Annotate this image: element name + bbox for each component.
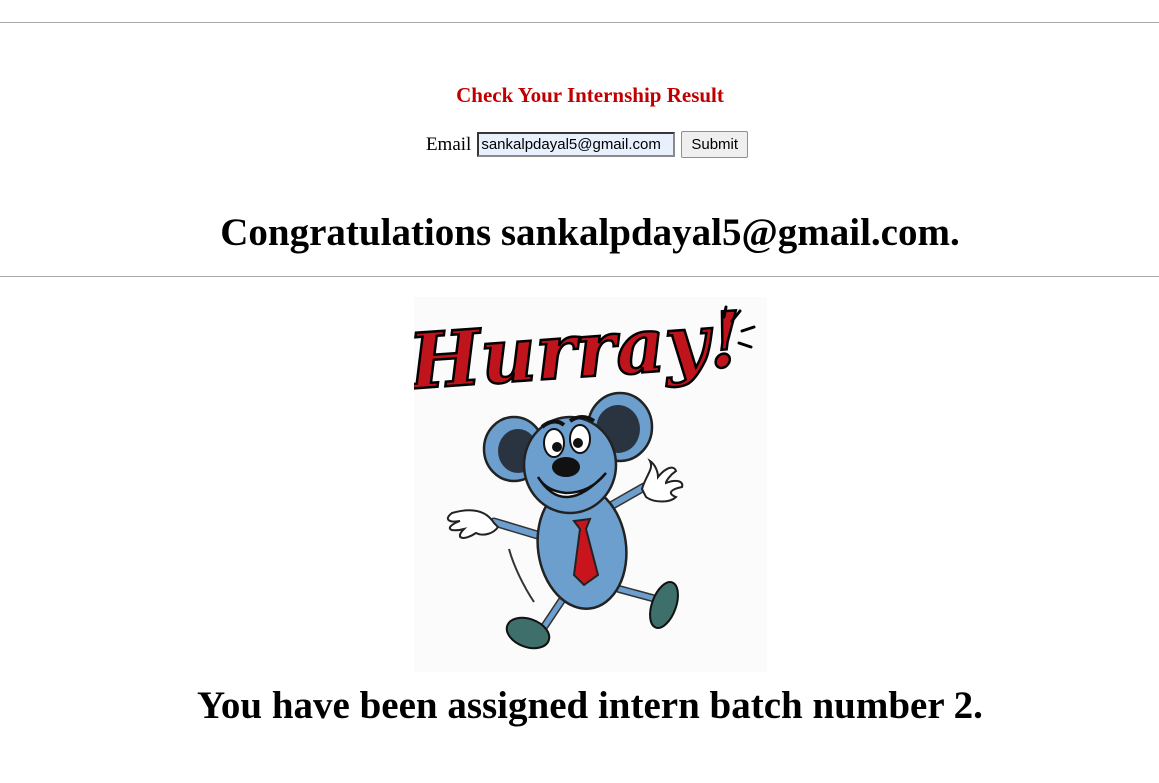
email-field[interactable] <box>477 132 676 157</box>
congratulations-heading: Congratulations sankalpdayal5@gmail.com. <box>220 211 960 254</box>
result-form: Email Submit <box>0 131 1159 158</box>
batch-assignment-heading: You have been assigned intern batch numb… <box>197 684 983 727</box>
result-page: Check Your Internship Result Email Submi… <box>0 0 1159 783</box>
middle-divider <box>0 276 1159 277</box>
cartoon-mouse-icon: Hurray! <box>414 297 756 650</box>
hurray-banner-text: Hurray! <box>414 297 745 407</box>
hurray-mouse-image: Hurray! <box>414 297 767 672</box>
submit-button[interactable]: Submit <box>681 131 749 158</box>
top-divider <box>0 22 1159 23</box>
form-title: Check Your Internship Result <box>456 83 724 107</box>
email-label: Email <box>425 133 472 155</box>
